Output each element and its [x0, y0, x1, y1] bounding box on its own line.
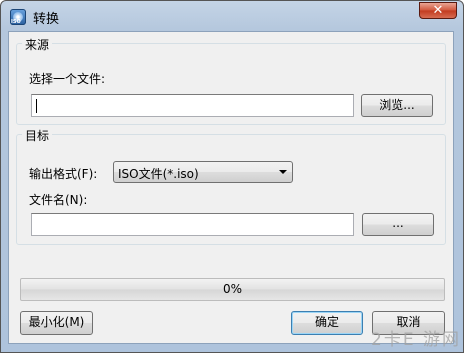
filename-input[interactable] — [31, 213, 354, 236]
filename-label: 文件名(N): — [29, 193, 88, 207]
ok-button[interactable]: 确定 — [291, 311, 363, 335]
source-file-input[interactable] — [31, 94, 354, 117]
progress-percent: 0% — [222, 282, 243, 296]
iso-app-icon: ISO — [10, 9, 26, 25]
choose-file-button[interactable]: ... — [362, 213, 434, 236]
title-bar[interactable]: ISO 转换 ✕ — [1, 1, 463, 31]
window-title: 转换 — [33, 12, 60, 27]
output-format-label: 输出格式(F): — [29, 167, 98, 181]
close-button[interactable]: ✕ — [419, 2, 457, 19]
site-watermark: 2卡E 游网 — [371, 330, 461, 350]
close-icon: ✕ — [432, 3, 444, 18]
text-caret — [36, 99, 37, 113]
source-file-label: 选择一个文件: — [29, 72, 106, 86]
dialog-client-area: 来源 选择一个文件: 浏览... 目标 输出格式(F): ISO文件(*.iso… — [8, 31, 454, 344]
output-format-value: ISO文件(*.iso) — [118, 167, 199, 181]
output-format-dropdown[interactable]: ISO文件(*.iso) — [113, 161, 293, 183]
minimize-button[interactable]: 最小化(M) — [20, 311, 93, 335]
source-group-title: 来源 — [22, 36, 53, 53]
dropdown-arrow-icon — [279, 170, 287, 174]
target-group-title: 目标 — [22, 127, 53, 144]
browse-button[interactable]: 浏览... — [361, 94, 433, 117]
conversion-progress-bar: 0% — [20, 278, 445, 301]
app-icon-text: ISO — [11, 19, 21, 25]
source-group: 来源 选择一个文件: 浏览... — [16, 36, 446, 125]
dialog-window: ISO 转换 ✕ 来源 选择一个文件: 浏览... 目标 输出格式(F): IS… — [0, 0, 464, 353]
target-group: 目标 输出格式(F): ISO文件(*.iso) 文件名(N): ... — [16, 127, 446, 245]
